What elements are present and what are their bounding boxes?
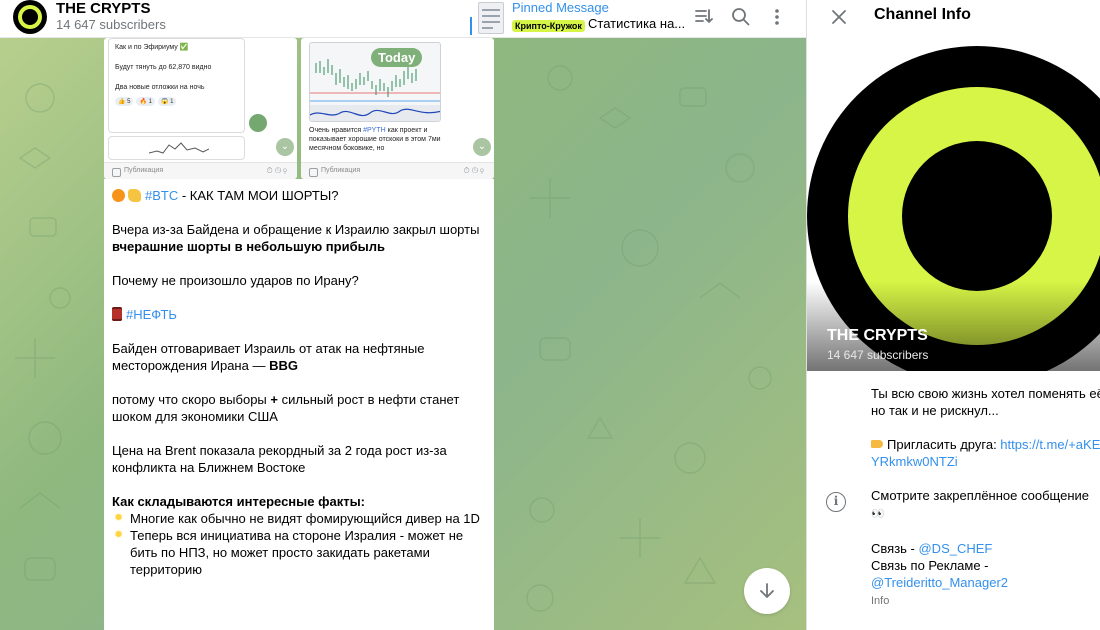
oil-hashtag[interactable]: #НЕФТЬ [126, 307, 177, 322]
forwarded-post-preview: Как и по Эфириуму ✅ Будут тянуть до 62,8… [108, 38, 245, 133]
facts-section: Как складываются интересные факты: Многи… [112, 493, 484, 578]
filter-icon[interactable] [692, 5, 716, 29]
channel-info-panel: Channel Info THE CRYPTS 14 647 subscribe… [806, 0, 1100, 630]
photo-album: Как и по Эфириуму ✅ Будут тянуть до 62,8… [104, 38, 494, 179]
pinned-indicator [470, 17, 472, 35]
chat-area[interactable]: Как и по Эфириуму ✅ Будут тянуть до 62,8… [0, 38, 806, 630]
channel-avatar[interactable] [13, 0, 47, 34]
message-paragraph-5: Цена на Brent показала рекордный за 2 го… [112, 443, 447, 475]
close-icon[interactable] [827, 5, 851, 29]
invite-label: Пригласить друга: [887, 437, 1001, 452]
card-line-3: Два новые отложки на ночь [115, 84, 205, 91]
paragraph-bold: вчерашние шорты в небольшую прибыль [112, 239, 385, 254]
pinned-preview-text: Статистика на... [588, 16, 686, 31]
caption-text: Очень нравится [309, 127, 364, 134]
mini-chart-preview [108, 136, 245, 160]
chevron-down-icon[interactable]: ⌄ [473, 138, 491, 156]
paragraph-text: потому что скоро выборы [112, 392, 271, 407]
search-icon[interactable] [729, 5, 753, 29]
contact-label: Связь - [871, 541, 919, 556]
arrow-down-icon [760, 583, 774, 598]
fact-item: Теперь вся инициатива на стороне Изралия… [112, 527, 484, 578]
info-label: Info [871, 595, 890, 607]
publication-label: Публикация [321, 167, 361, 174]
facts-title: Как складываются интересные факты: [112, 494, 366, 509]
more-vertical-icon[interactable] [765, 5, 789, 29]
message-paragraph-1: Вчера из-за Байдена и обращение к Израил… [112, 221, 484, 255]
wave-hand-icon [128, 189, 141, 202]
publication-tools-icon: ⏱◷⚲ [266, 166, 289, 175]
eyes-icon: 👀 [871, 508, 885, 520]
logo-ring-inner [902, 141, 1052, 291]
pinned-message-bar[interactable]: Pinned Message Крипто-Кружок Статистика … [470, 0, 686, 36]
photo-screenshot-left[interactable]: Как и по Эфириуму ✅ Будут тянуть до 62,8… [104, 38, 297, 179]
scroll-down-button[interactable] [744, 568, 790, 614]
pinned-thumbnail [478, 2, 504, 34]
btc-hashtag[interactable]: #BTC [145, 188, 178, 203]
card-line-1: Как и по Эфириуму ✅ [115, 44, 189, 51]
pinned-badge: Крипто-Кружок [512, 20, 585, 32]
channel-subscribers: 14 647 subscribers [56, 17, 166, 32]
paragraph-bold: BBG [269, 358, 298, 373]
ads-handle[interactable]: @Treideritto_Manager2 [871, 575, 1008, 590]
channel-description: Ты всю свою жизнь хотел поменять её, но … [871, 385, 1100, 610]
message-paragraph-4: потому что скоро выборы + сильный рост в… [112, 391, 484, 425]
oil-barrel-icon [112, 307, 122, 321]
contacts-block: Связь - @DS_CHEF Связь по Рекламе - @Tre… [871, 540, 1100, 610]
message-title: #BTC - КАК ТАМ МОИ ШОРТЫ? [112, 187, 484, 204]
title-text: - КАК ТАМ МОИ ШОРТЫ? [178, 188, 339, 203]
pointing-hand-icon [871, 440, 883, 448]
reaction: 👍 5 [115, 97, 134, 106]
info-icon: i [826, 492, 846, 512]
paragraph-text: Вчера из-за Байдена и обращение к Израил… [112, 222, 480, 237]
reaction: 😱 1 [157, 97, 177, 106]
description-text: Ты всю свою жизнь хотел поменять её, но … [871, 386, 1100, 418]
pinned-note-text: Смотрите закреплённое сообщение [871, 488, 1089, 503]
card-reactions: 👍 5 🔥 1 😱 1 [115, 97, 238, 106]
oil-heading: #НЕФТЬ [112, 306, 484, 323]
publication-bar: Публикация ⏱◷⚲ [104, 162, 297, 179]
chat-header: THE CRYPTS 14 647 subscribers Pinned Mes… [0, 0, 806, 38]
today-badge: Today [371, 48, 423, 67]
plus-sign: + [270, 392, 278, 407]
bitcoin-icon [112, 189, 125, 202]
publication-tools-icon: ⏱◷⚲ [463, 166, 486, 175]
pinned-note: Смотрите закреплённое сообщение 👀 [871, 487, 1100, 523]
facts-list: Многие как обычно не видят фомирующийся … [112, 510, 484, 578]
pinned-label: Pinned Message [512, 0, 609, 15]
publication-label: Публикация [124, 167, 164, 174]
message-paragraph-3: Байден отговаривает Израиль от атак на н… [112, 340, 484, 374]
message-paragraph-2: Почему не произошло ударов по Ирану? [112, 273, 359, 288]
panel-title: Channel Info [874, 6, 971, 23]
chevron-down-icon[interactable]: ⌄ [276, 138, 294, 156]
photo-screenshot-right[interactable]: Today Очень нравится #PYTH как проект и … [301, 38, 494, 179]
card-line-2: Будут тянуть до 62,870 видно [115, 64, 212, 71]
fact-item: Многие как обычно не видят фомирующийся … [112, 510, 484, 527]
channel-cover-photo[interactable]: THE CRYPTS 14 647 subscribers [807, 38, 1100, 371]
cover-subscribers: 14 647 subscribers [827, 348, 929, 362]
invite-line: Пригласить друга: https://t.me/+aKE-YRkm… [871, 436, 1100, 470]
caption-hashtag[interactable]: #PYTH [363, 127, 386, 134]
message-bubble[interactable]: #BTC - КАК ТАМ МОИ ШОРТЫ? Вчера из-за Ба… [104, 179, 494, 630]
reaction: 🔥 1 [136, 97, 155, 106]
channel-title[interactable]: THE CRYPTS [56, 0, 150, 17]
cover-channel-title: THE CRYPTS [827, 327, 928, 344]
ads-label: Связь по Рекламе - [871, 558, 989, 573]
publication-bar: Публикация ⏱◷⚲ [301, 162, 494, 179]
photo-caption: Очень нравится #PYTH как проект и показы… [309, 126, 441, 153]
contact-handle[interactable]: @DS_CHEF [918, 541, 992, 556]
share-icon[interactable] [249, 114, 267, 132]
